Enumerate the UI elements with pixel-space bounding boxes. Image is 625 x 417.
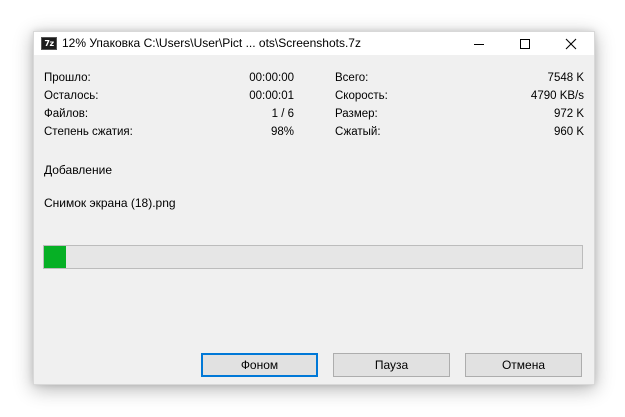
title-bar[interactable]: 7z 12% Упаковка C:\Users\User\Pict ... o…: [34, 32, 594, 55]
background-button[interactable]: Фоном: [201, 353, 318, 377]
current-file-label: Снимок экрана (18).png: [44, 196, 176, 210]
total-value: 7548 K: [547, 72, 584, 84]
elapsed-value: 00:00:00: [249, 72, 294, 84]
total-label: Всего:: [335, 72, 369, 84]
files-label: Файлов:: [44, 108, 89, 120]
remaining-label: Осталось:: [44, 90, 99, 102]
minimize-button[interactable]: [456, 32, 502, 55]
window-title: 12% Упаковка C:\Users\User\Pict ... ots\…: [62, 36, 361, 50]
minimize-icon: [474, 44, 484, 45]
remaining-value: 00:00:01: [249, 90, 294, 102]
maximize-icon: [520, 39, 530, 49]
close-button[interactable]: [548, 32, 594, 55]
compressed-value: 960 K: [553, 126, 584, 138]
pause-button[interactable]: Пауза: [333, 353, 450, 377]
operation-label: Добавление: [44, 163, 112, 177]
progress-bar-fill: [44, 246, 66, 268]
files-value: 1 / 6: [271, 108, 294, 120]
progress-bar: [43, 245, 583, 269]
compression-ratio-label: Степень сжатия:: [44, 126, 133, 138]
compressed-label: Сжатый:: [335, 126, 381, 138]
dialog-content: Прошло: 00:00:00 Осталось: 00:00:01 Файл…: [34, 55, 594, 384]
size-value: 972 K: [553, 108, 584, 120]
7zip-icon: 7z: [41, 37, 57, 50]
elapsed-label: Прошло:: [44, 72, 91, 84]
progress-dialog: 7z 12% Упаковка C:\Users\User\Pict ... o…: [33, 31, 595, 385]
speed-label: Скорость:: [335, 90, 388, 102]
cancel-button[interactable]: Отмена: [465, 353, 582, 377]
compression-ratio-value: 98%: [270, 126, 294, 138]
maximize-button[interactable]: [502, 32, 548, 55]
size-label: Размер:: [335, 108, 378, 120]
speed-value: 4790 KB/s: [530, 90, 584, 102]
close-icon: [565, 38, 577, 50]
